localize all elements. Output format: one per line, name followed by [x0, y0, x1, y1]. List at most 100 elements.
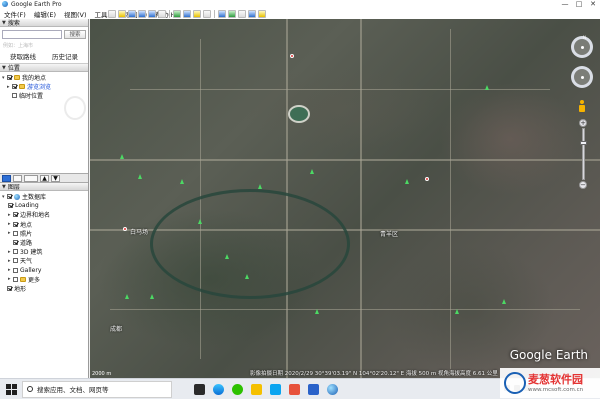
placemark-pin[interactable]	[315, 309, 319, 314]
layer-tab[interactable]	[24, 174, 38, 182]
minimize-button[interactable]: —	[558, 0, 572, 8]
close-button[interactable]: ✕	[586, 0, 600, 8]
layer-item-3d-buildings[interactable]: ▸ 3D 建筑	[2, 247, 86, 257]
placemark-pin[interactable]	[198, 219, 202, 224]
layer-item-photos[interactable]: ▸ 照片	[2, 229, 86, 238]
checkbox[interactable]	[13, 258, 18, 264]
layer-item-primary-database[interactable]: ▾ 主数据库	[2, 192, 86, 201]
menu-file[interactable]: 文件(F)	[0, 9, 30, 19]
checkbox[interactable]	[12, 93, 17, 98]
taskbar-search[interactable]: 搜索应用、文档、网页等	[22, 380, 172, 398]
file-explorer-icon[interactable]	[251, 383, 262, 395]
placemark-pin[interactable]	[150, 294, 154, 299]
menu-view[interactable]: 视图(V)	[60, 9, 91, 19]
toolbar-button[interactable]	[118, 9, 126, 18]
placemark-pin[interactable]	[225, 254, 229, 259]
poi-marker[interactable]	[425, 177, 429, 181]
history-link[interactable]: 历史记录	[52, 51, 78, 61]
toolbar-button[interactable]	[203, 9, 211, 18]
placemark-pin[interactable]	[125, 294, 129, 299]
zoom-in-button[interactable]: +	[579, 119, 587, 127]
search-button[interactable]: 搜索	[64, 30, 86, 39]
placemark-pin[interactable]	[310, 169, 314, 174]
checkbox[interactable]	[13, 212, 18, 218]
toolbar-button[interactable]	[193, 9, 201, 18]
toolbar-button[interactable]	[228, 9, 236, 18]
move-down-icon[interactable]: ▼	[51, 174, 60, 182]
poi-marker[interactable]	[123, 227, 127, 231]
placemark-pin[interactable]	[120, 154, 124, 159]
placemark-pin[interactable]	[405, 179, 409, 184]
tree-item-my-places[interactable]: ▾ 我的地点	[2, 73, 86, 83]
toolbar-button[interactable]	[258, 9, 266, 18]
zoom-slider: + −	[579, 119, 587, 189]
checkbox[interactable]	[13, 221, 18, 227]
placemark-pin[interactable]	[485, 85, 489, 90]
zoom-track[interactable]	[579, 128, 587, 180]
placemark-pin[interactable]	[502, 299, 506, 304]
placemark-pin[interactable]	[180, 179, 184, 184]
window-title: Google Earth Pro	[11, 0, 62, 8]
get-directions-link[interactable]: 获取路线	[10, 51, 36, 61]
layer-tab-selected[interactable]	[2, 174, 11, 182]
start-button[interactable]	[4, 382, 18, 396]
poi-marker[interactable]	[290, 54, 294, 58]
checkbox[interactable]	[13, 240, 18, 246]
search-panel-header[interactable]: ▼ 搜索	[0, 19, 88, 27]
search-panel-title: 搜索	[7, 20, 20, 27]
checkbox[interactable]	[8, 203, 13, 209]
layer-item-loading[interactable]: Loading	[2, 201, 86, 210]
places-panel-header[interactable]: ▼ 位置	[0, 64, 88, 72]
layer-item-weather[interactable]: ▸ 天气	[2, 256, 86, 266]
edge-icon[interactable]	[213, 383, 224, 395]
checkbox[interactable]	[13, 276, 18, 282]
toolbar-button[interactable]	[128, 9, 136, 18]
layer-item-borders[interactable]: ▸ 边界和地名	[2, 210, 86, 220]
app-icon[interactable]	[270, 383, 281, 395]
app-icon[interactable]	[308, 383, 319, 395]
menu-edit[interactable]: 编辑(E)	[30, 9, 60, 19]
layer-tab[interactable]	[13, 174, 22, 182]
placemark-pin[interactable]	[258, 184, 262, 189]
placemark-pin[interactable]	[455, 309, 459, 314]
app-icon[interactable]	[289, 383, 300, 395]
wechat-icon[interactable]	[232, 383, 243, 395]
street-view-pegman-icon[interactable]	[579, 100, 585, 112]
layer-item-more[interactable]: ▸ 更多	[2, 275, 86, 284]
toolbar-button[interactable]	[108, 9, 116, 18]
tree-item-tour[interactable]: ▸ 游览浏览	[2, 82, 86, 92]
maximize-button[interactable]: □	[572, 0, 586, 8]
toolbar-button[interactable]	[173, 9, 181, 18]
task-view-icon[interactable]	[194, 383, 205, 395]
checkbox[interactable]	[13, 230, 18, 236]
layers-panel-header[interactable]: ▼ 图层	[0, 183, 88, 191]
checkbox[interactable]	[7, 285, 12, 291]
checkbox[interactable]	[12, 84, 17, 89]
layer-item-gallery[interactable]: ▸ Gallery	[2, 266, 86, 275]
checkbox[interactable]	[7, 194, 12, 200]
checkbox[interactable]	[13, 267, 18, 273]
zoom-out-button[interactable]: −	[579, 181, 587, 189]
look-joystick[interactable]: N	[571, 35, 593, 58]
move-up-icon[interactable]: ▲	[40, 174, 49, 182]
placemark-pin[interactable]	[245, 274, 249, 279]
checkbox[interactable]	[13, 249, 18, 255]
toolbar-button[interactable]	[218, 9, 226, 18]
layer-item-terrain[interactable]: 地形	[2, 284, 86, 293]
search-input[interactable]	[2, 30, 62, 39]
toolbar-button[interactable]	[148, 9, 156, 18]
map-view[interactable]: 白马场 青羊区 成都 N + − Google Earth 2000 m 影像拍…	[90, 19, 600, 378]
zoom-thumb[interactable]	[579, 141, 587, 145]
toolbar-button[interactable]	[248, 9, 256, 18]
toolbar-button[interactable]	[158, 9, 166, 18]
toolbar-button[interactable]	[138, 9, 146, 18]
toolbar-button[interactable]	[238, 9, 246, 18]
placemark-pin[interactable]	[138, 174, 142, 179]
move-joystick[interactable]	[571, 66, 593, 88]
layers-panel-title: 图层	[7, 184, 20, 191]
google-earth-taskbar-icon[interactable]	[327, 383, 338, 395]
layer-item-roads[interactable]: 道路	[2, 238, 86, 247]
checkbox[interactable]	[7, 75, 12, 80]
toolbar-button[interactable]	[183, 9, 191, 18]
layer-item-places[interactable]: ▸ 地点	[2, 220, 86, 229]
